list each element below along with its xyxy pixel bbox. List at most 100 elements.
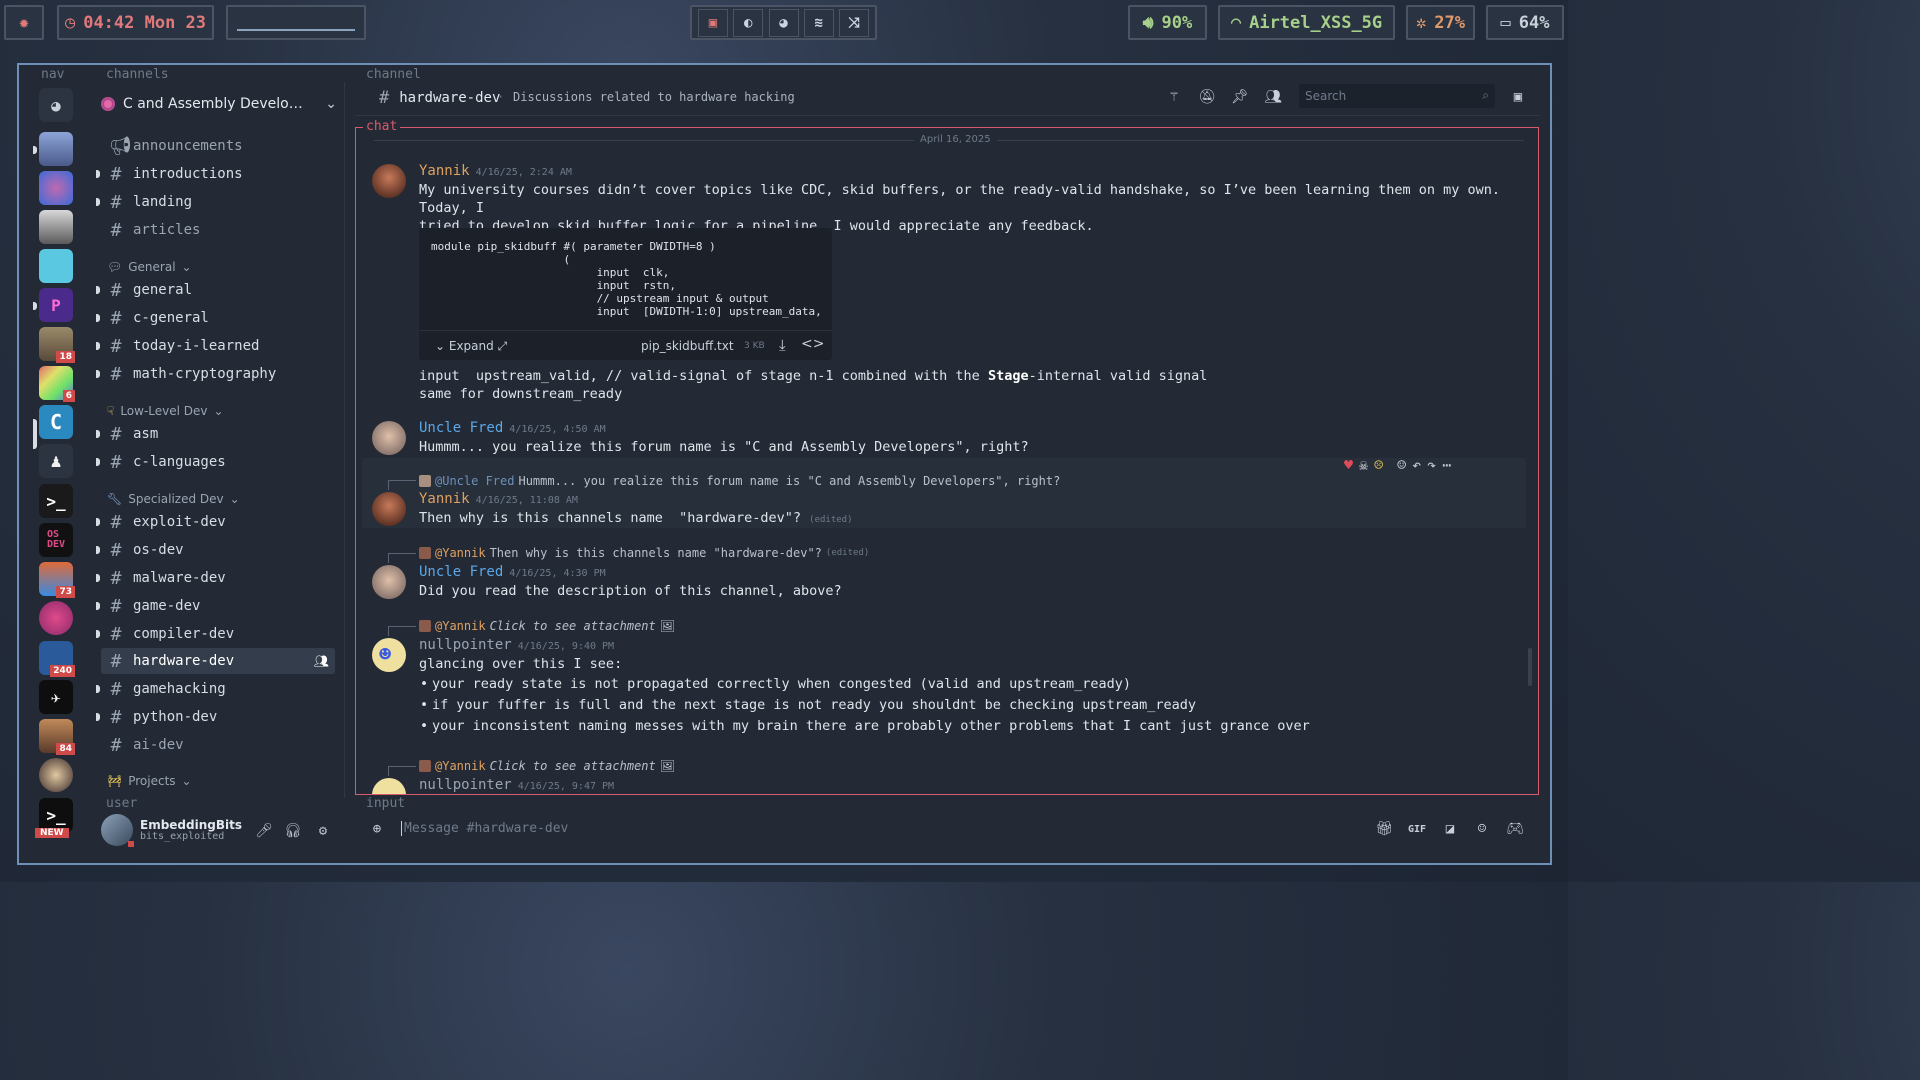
- server-icon-13[interactable]: [39, 758, 73, 792]
- system-gear-button[interactable]: ✹: [4, 5, 44, 40]
- avatar[interactable]: [372, 778, 406, 794]
- author-name[interactable]: Yannik: [419, 491, 470, 507]
- message-input[interactable]: Message #hardware-dev: [401, 821, 568, 836]
- reply-icon[interactable]: ↶: [1412, 456, 1421, 474]
- category-general[interactable]: 💬︎ General ⌄: [107, 260, 192, 274]
- reply-reference[interactable]: @Yannik Then why is this channels name "…: [419, 546, 869, 560]
- channel-game-dev[interactable]: # game-dev: [96, 593, 335, 619]
- scrollbar-thumb[interactable]: [1528, 648, 1532, 686]
- server-icon-5[interactable]: P: [39, 288, 73, 322]
- headphones-icon[interactable]: 🎧︎: [284, 822, 302, 840]
- controller-icon[interactable]: 🎮︎: [1506, 820, 1524, 838]
- avatar[interactable]: [372, 565, 406, 599]
- server-icon-7[interactable]: 6: [39, 366, 75, 402]
- search-input[interactable]: Search ⌕: [1299, 84, 1495, 108]
- server-icon-2[interactable]: [39, 171, 73, 205]
- code-view-icon[interactable]: <>: [801, 336, 824, 352]
- avatar[interactable]: ☻: [372, 638, 406, 672]
- channel-introductions[interactable]: # introductions: [96, 161, 335, 187]
- category-specialized-dev[interactable]: 🔧︎ Specialized Dev ⌄: [107, 492, 240, 506]
- skull-reaction-icon[interactable]: ☠: [1359, 456, 1368, 474]
- add-attachment-icon[interactable]: ⊕: [368, 820, 386, 838]
- server-icon-c[interactable]: C: [39, 405, 73, 439]
- discord-home-button[interactable]: ◕: [39, 88, 73, 122]
- author-name[interactable]: Yannik: [419, 163, 470, 179]
- channel-os-dev[interactable]: # os-dev: [96, 537, 335, 563]
- avatar[interactable]: [372, 492, 406, 526]
- pin-icon[interactable]: 📌︎: [1231, 88, 1249, 106]
- channel-compiler-dev[interactable]: # compiler-dev: [96, 621, 335, 647]
- server-icon-3[interactable]: [39, 210, 73, 244]
- more-icon[interactable]: ⋯: [1442, 456, 1451, 474]
- channel-today-i-learned[interactable]: # today-i-learned: [96, 333, 335, 359]
- server-icon-9[interactable]: [39, 601, 73, 635]
- heart-reaction-icon[interactable]: ♥: [1344, 456, 1353, 474]
- channel-ai-dev[interactable]: # ai-dev: [101, 732, 335, 758]
- members-icon[interactable]: 👥︎: [1264, 88, 1282, 106]
- inbox-icon[interactable]: ▣: [1509, 88, 1527, 106]
- channel-c-general[interactable]: # c-general: [96, 305, 335, 331]
- gift-icon[interactable]: 🎁︎: [1375, 820, 1393, 838]
- channel-announcements[interactable]: 📢︎ announcements: [101, 133, 335, 159]
- server-icon-linux[interactable]: ♟: [39, 444, 73, 478]
- reply-reference[interactable]: @Yannik Click to see attachment 🖼︎: [419, 759, 675, 773]
- channel-c-languages[interactable]: # c-languages: [96, 449, 335, 475]
- category-low-level-dev[interactable]: ☟ Low-Level Dev ⌄: [107, 404, 224, 418]
- category-projects[interactable]: 🚧︎ Projects ⌄: [107, 774, 192, 788]
- channel-articles[interactable]: # articles: [101, 217, 335, 243]
- channel-hardware-dev[interactable]: # hardware-dev 👥︎: [101, 648, 335, 674]
- add-member-icon[interactable]: 👥︎: [314, 654, 329, 668]
- sticker-icon[interactable]: ◪: [1441, 820, 1459, 838]
- server-icon-6[interactable]: 18: [39, 327, 75, 363]
- cpu-widget[interactable]: ✲ 27%: [1406, 5, 1475, 40]
- discord-app-button[interactable]: ◕: [768, 8, 799, 37]
- terminal-app-button[interactable]: ▣: [698, 8, 728, 37]
- gif-icon[interactable]: GIF: [1408, 820, 1426, 838]
- author-name[interactable]: Uncle Fred: [419, 564, 503, 580]
- workspace-indicator[interactable]: [226, 5, 366, 40]
- expand-button[interactable]: ⌄ Expand ⤢: [435, 339, 507, 354]
- author-name[interactable]: nullpointer: [419, 777, 512, 793]
- browser-app-button[interactable]: ◐: [733, 8, 764, 37]
- channel-landing[interactable]: # landing: [96, 189, 335, 215]
- server-icon-10[interactable]: 240: [39, 641, 75, 677]
- channel-malware-dev[interactable]: # malware-dev: [96, 565, 335, 591]
- clock-widget[interactable]: ◷ 04:42 Mon 23: [57, 5, 214, 40]
- channel-python-dev[interactable]: # python-dev: [96, 704, 335, 730]
- file-name[interactable]: pip_skidbuff.txt: [641, 339, 734, 353]
- server-icon-terminal[interactable]: >_: [39, 484, 73, 518]
- server-icon-8[interactable]: 73: [39, 562, 75, 598]
- server-icon-12[interactable]: 84: [39, 719, 75, 755]
- server-icon-4[interactable]: [39, 249, 73, 283]
- server-icon-1[interactable]: [39, 132, 73, 166]
- avatar[interactable]: [372, 164, 406, 198]
- channel-general[interactable]: # general: [96, 277, 335, 303]
- reply-reference[interactable]: @Yannik Click to see attachment 🖼︎: [419, 619, 675, 633]
- server-icon-11[interactable]: ✈: [39, 680, 73, 714]
- avatar[interactable]: [372, 421, 406, 455]
- microphone-icon[interactable]: 🎤︎: [255, 822, 273, 840]
- server-header[interactable]: C and Assembly Develo… ⌄: [101, 90, 337, 118]
- channel-exploit-dev[interactable]: # exploit-dev: [96, 509, 335, 535]
- author-name[interactable]: nullpointer: [419, 637, 512, 653]
- channel-math-cryptography[interactable]: # math-cryptography: [96, 361, 335, 387]
- mute-bell-icon[interactable]: 🔕︎: [1198, 88, 1216, 106]
- author-name[interactable]: Uncle Fred: [419, 420, 503, 436]
- gear-icon[interactable]: ⚙: [314, 822, 332, 840]
- battery-widget[interactable]: ▭ 64%: [1486, 5, 1564, 40]
- add-reaction-icon[interactable]: ☺: [1397, 456, 1406, 474]
- channel-gamehacking[interactable]: # gamehacking: [96, 676, 335, 702]
- threads-icon[interactable]: ⚚: [1165, 88, 1183, 106]
- channel-asm[interactable]: # asm: [96, 421, 335, 447]
- crying-reaction-icon[interactable]: ☹: [1374, 456, 1383, 474]
- download-icon[interactable]: ⤓: [779, 336, 786, 354]
- forward-icon[interactable]: ↷: [1427, 456, 1436, 474]
- server-icon-osdev[interactable]: OS DEV: [39, 523, 73, 557]
- server-icon-14[interactable]: >_ NEW: [35, 798, 73, 838]
- reply-reference[interactable]: @Uncle Fred Hummm... you realize this fo…: [419, 474, 1060, 488]
- wifi-widget[interactable]: ◠ Airtel_XSS_5G: [1218, 5, 1395, 40]
- shuffle-app-button[interactable]: ⤨: [839, 8, 869, 37]
- emoji-icon[interactable]: ☺: [1473, 820, 1491, 838]
- volume-widget[interactable]: 🔊︎ 90%: [1128, 5, 1207, 40]
- spotify-app-button[interactable]: ≋: [803, 8, 834, 37]
